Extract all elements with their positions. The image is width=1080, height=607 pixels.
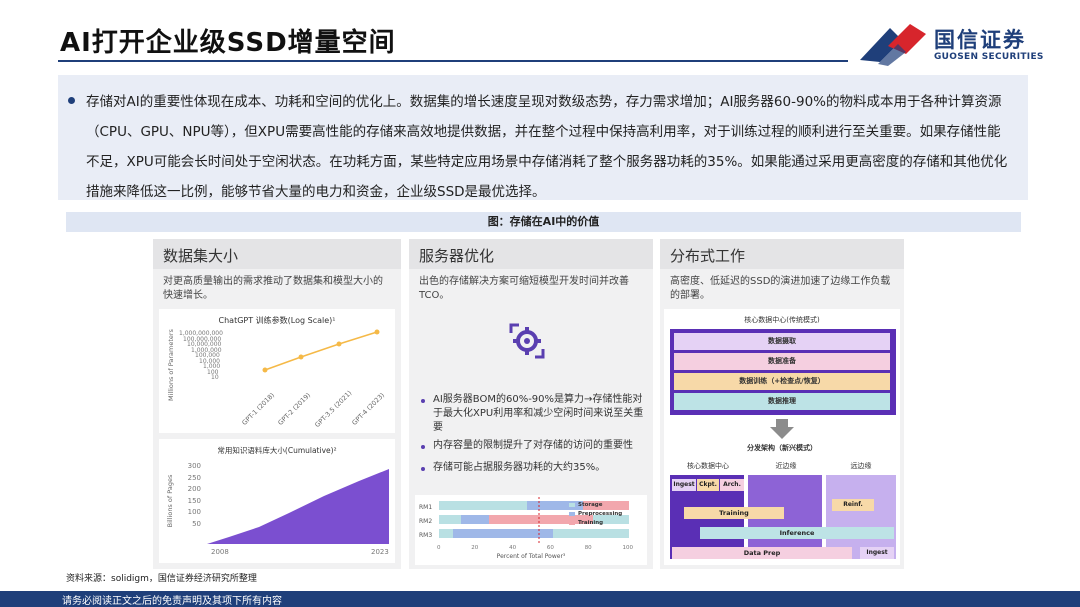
panel-dataset: 数据集大小 对更高质量输出的需求推动了数据集和模型大小的快速增长。 ChatGP… [153, 239, 401, 569]
dist-col-core: 核心数据中心 [687, 462, 729, 470]
core-step-ingest: 数据摄取 [674, 333, 890, 350]
panel-dataset-desc: 对更高质量输出的需求推动了数据集和模型大小的快速增长。 [163, 276, 383, 301]
bullet-dot [68, 97, 75, 104]
logo-text-en: GUOSEN SECURITIES [934, 52, 1044, 62]
tile-training: Training [684, 507, 784, 519]
server-bullet-1: AI服务器BOM的60%-90%是算力→存储性能对于最大化XPU利用率和减少空闲… [433, 394, 644, 433]
tile-inference: Inference [700, 527, 894, 539]
power-xlabel: Percent of Total Power³ [496, 553, 566, 560]
tile-reinf: Reinf. [832, 499, 874, 511]
chart-power: RM1 RM2 RM3 Storage Preprocessing Traini… [415, 495, 647, 565]
company-logo: 国信证券 GUOSEN SECURITIES [858, 20, 1058, 68]
core-title: 核心数据中心(传统模式) [744, 316, 820, 324]
figure-title: 图：存储在AI中的价值 [66, 212, 1021, 232]
guosen-logo-icon [860, 24, 926, 66]
source-note: 资料来源：solidigm，国信证券经济研究所整理 [66, 574, 257, 584]
summary-box: 存储对AI的重要性体现在成本、功耗和空间的优化上。数据集的增长速度呈现对数级态势… [58, 75, 1028, 200]
optimize-gear-icon [509, 323, 545, 359]
dist-col-far: 远边缘 [850, 462, 872, 470]
power-xticks: 0 20 40 60 80 100 [437, 545, 633, 551]
server-bullet-2: 内存容量的限制提升了对存储的访问的重要性 [433, 440, 633, 451]
footer-disclaimer: 请务必阅读正文之后的免责声明及其项下所有内容 [62, 596, 282, 607]
chart-params: ChatGPT 训练参数(Log Scale)¹ Millions of Par… [159, 309, 395, 433]
bullet-dot [421, 467, 425, 471]
tile-data-prep: Data Prep [672, 547, 852, 559]
chart-corpus-xend: 2023 [371, 548, 389, 556]
core-step-train: 数据训练（+检查点/恢复） [674, 373, 890, 390]
panel-dataset-heading: 数据集大小 [153, 239, 401, 269]
dist-title: 分发架构（新兴模式） [747, 444, 817, 452]
core-step-infer: 数据推理 [674, 393, 890, 410]
page-title: AI打开企业级SSD增量空间 [60, 28, 396, 58]
panel-distributed-heading: 分布式工作 [660, 239, 904, 269]
distributed-diagram: 核心数据中心(传统模式) 数据摄取 数据准备 数据训练（+检查点/恢复） 数据推… [664, 309, 900, 565]
tile-ckpt: Ckpt. [697, 479, 719, 491]
title-divider [58, 60, 848, 62]
bullet-dot [421, 399, 425, 403]
point-gpt2 [298, 354, 304, 360]
chart-corpus-area [207, 469, 389, 544]
chart-corpus-xstart: 2008 [211, 548, 229, 556]
power-legend: Storage Preprocessing Training [578, 502, 623, 526]
logo-text-cn: 国信证券 [934, 28, 1026, 52]
point-gpt1 [262, 367, 268, 373]
panel-server: 服务器优化 出色的存储解决方案可缩短模型开发时间并改善TCO。 AI服务器BOM… [409, 239, 653, 569]
summary-text: 存储对AI的重要性体现在成本、功耗和空间的优化上。数据集的增长速度呈现对数级态势… [86, 94, 1008, 200]
point-gpt4 [374, 329, 380, 335]
footer-bar: 请务必阅读正文之后的免责声明及其项下所有内容 [0, 591, 1080, 607]
chart-corpus: 常用知识语料库大小(Cumulative)² Billions of Pages… [159, 439, 395, 563]
server-bullet-3: 存储可能占据服务器功耗的大约35%。 [433, 462, 606, 473]
panel-distributed-desc: 高密度、低延迟的SSD的演进加速了边缘工作负载的部署。 [670, 276, 891, 301]
tile-ingest: Ingest [672, 479, 696, 491]
panel-server-heading: 服务器优化 [409, 239, 653, 269]
tile-arch: Arch. [720, 479, 744, 491]
down-arrow-icon [770, 419, 794, 439]
tile-ingest-edge: Ingest [860, 547, 894, 559]
panel-server-desc: 出色的存储解决方案可缩短模型开发时间并改善TCO。 [419, 276, 629, 301]
point-gpt35 [336, 341, 342, 347]
panel-distributed: 分布式工作 高密度、低延迟的SSD的演进加速了边缘工作负载的部署。 核心数据中心… [660, 239, 904, 569]
dist-col-near: 近边缘 [775, 462, 797, 470]
bullet-dot [421, 445, 425, 449]
core-step-prep: 数据准备 [674, 353, 890, 370]
